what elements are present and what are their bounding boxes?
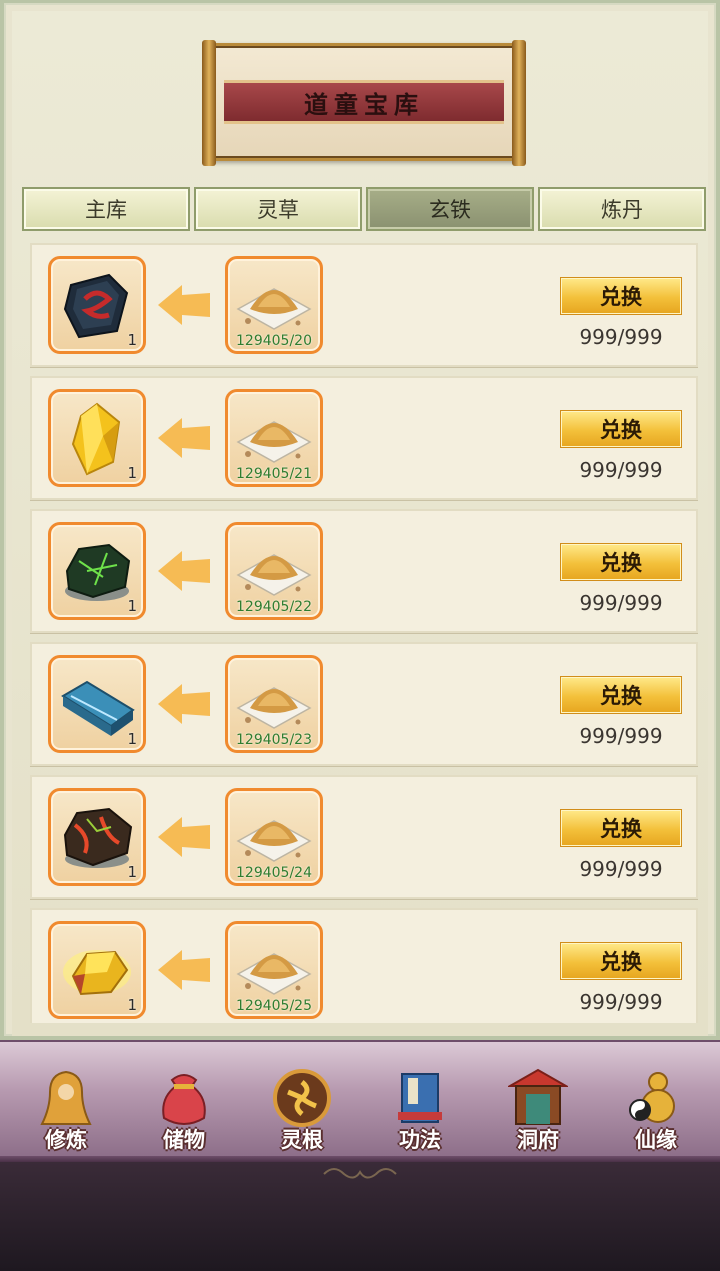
stock-count: 999/999	[579, 458, 663, 482]
cave-palace-icon	[508, 1068, 568, 1125]
sand-pile-icon	[236, 687, 312, 729]
dark-rune-stone-icon	[63, 273, 129, 339]
reward-item-slot[interactable]: 1	[48, 389, 146, 487]
list-item: 1 129405/23 兑换 999/999	[30, 642, 698, 766]
nav-techniques[interactable]: 功法	[370, 1064, 470, 1160]
exchange-button[interactable]: 兑换	[560, 809, 682, 847]
stock-count: 999/999	[579, 724, 663, 748]
bottom-nav: 修炼 储物 灵根 功法 洞府 仙缘	[0, 1040, 720, 1162]
exchange-button[interactable]: 兑换	[560, 543, 682, 581]
gourd-yinyang-icon	[629, 1072, 675, 1123]
bottom-decoration	[0, 1162, 720, 1271]
list-item: 1 129405/20 兑换 999/999	[30, 243, 698, 367]
sand-pile-icon	[236, 421, 312, 463]
title-ribbon: 道童宝库	[224, 80, 504, 124]
tab-spirit-herbs[interactable]: 灵草	[194, 187, 362, 231]
cost-quantity: 129405/21	[236, 466, 312, 482]
cost-item-slot[interactable]: 129405/20	[225, 256, 323, 354]
cost-quantity: 129405/24	[236, 865, 312, 881]
cost-item-slot[interactable]: 129405/25	[225, 921, 323, 1019]
exchange-button[interactable]: 兑换	[560, 410, 682, 448]
sand-pile-icon	[236, 554, 312, 596]
blue-ingot-icon	[61, 680, 135, 736]
nav-spirit-root[interactable]: 灵根	[252, 1064, 352, 1160]
reward-quantity: 1	[127, 730, 137, 748]
reward-item-slot[interactable]: 1	[48, 655, 146, 753]
arrow-left-icon	[158, 418, 210, 458]
cost-item-slot[interactable]: 129405/24	[225, 788, 323, 886]
exchange-list: 1 129405/20 兑换 999/999 1 129405/21 兑换 99…	[30, 243, 698, 1023]
cost-item-slot[interactable]: 129405/22	[225, 522, 323, 620]
cost-quantity: 129405/23	[236, 732, 312, 748]
storage-bag-icon	[162, 1074, 206, 1125]
page-title: 道童宝库	[304, 89, 424, 119]
meditating-monk-icon	[40, 1070, 92, 1125]
nav-label: 灵根	[281, 1128, 323, 1152]
sand-pile-icon	[236, 953, 312, 995]
stock-count: 999/999	[579, 325, 663, 349]
nav-label: 洞府	[517, 1128, 559, 1152]
arrow-left-icon	[158, 285, 210, 325]
arrow-left-icon	[158, 684, 210, 724]
nav-immortal-fate[interactable]: 仙缘	[606, 1064, 706, 1160]
nav-label: 功法	[399, 1128, 441, 1152]
nav-cave-dwelling[interactable]: 洞府	[488, 1064, 588, 1160]
list-item: 1 129405/24 兑换 999/999	[30, 775, 698, 899]
tab-main-vault[interactable]: 主库	[22, 187, 190, 231]
spirit-root-icon	[273, 1069, 331, 1127]
nav-storage[interactable]: 储物	[134, 1064, 234, 1160]
list-item: 1 129405/22 兑换 999/999	[30, 509, 698, 633]
exchange-button[interactable]: 兑换	[560, 676, 682, 714]
reward-quantity: 1	[127, 464, 137, 482]
arrow-left-icon	[158, 950, 210, 990]
reward-item-slot[interactable]: 1	[48, 522, 146, 620]
stock-count: 999/999	[579, 990, 663, 1014]
nav-cultivate[interactable]: 修炼	[16, 1064, 116, 1160]
gold-nugget-icon	[63, 950, 131, 996]
reward-quantity: 1	[127, 331, 137, 349]
nav-label: 仙缘	[635, 1128, 677, 1152]
exchange-button[interactable]: 兑换	[560, 942, 682, 980]
tab-bar: 主库 灵草 玄铁 炼丹	[22, 187, 706, 231]
green-ore-icon	[65, 543, 131, 601]
stock-count: 999/999	[579, 857, 663, 881]
sand-pile-icon	[236, 288, 312, 330]
cost-item-slot[interactable]: 129405/21	[225, 389, 323, 487]
reward-quantity: 1	[127, 996, 137, 1014]
title-banner: 道童宝库	[202, 40, 526, 166]
nav-label: 储物	[163, 1128, 205, 1152]
sand-pile-icon	[236, 820, 312, 862]
stock-count: 999/999	[579, 591, 663, 615]
vault-panel: 道童宝库 主库 灵草 玄铁 炼丹 1 129405/20 兑换 999/999 …	[0, 0, 720, 1040]
reward-item-slot[interactable]: 1	[48, 256, 146, 354]
arrow-left-icon	[158, 551, 210, 591]
reward-quantity: 1	[127, 863, 137, 881]
cloud-ornament-icon	[323, 1168, 397, 1179]
tab-mystic-iron[interactable]: 玄铁	[366, 187, 534, 231]
exchange-button[interactable]: 兑换	[560, 277, 682, 315]
yellow-crystal-icon	[71, 402, 121, 476]
reward-item-slot[interactable]: 1	[48, 921, 146, 1019]
reward-item-slot[interactable]: 1	[48, 788, 146, 886]
tab-alchemy[interactable]: 炼丹	[538, 187, 706, 231]
red-ore-icon	[63, 807, 133, 868]
nav-label: 修炼	[45, 1128, 87, 1152]
scripture-book-icon	[398, 1073, 442, 1123]
list-item: 1 129405/21 兑换 999/999	[30, 376, 698, 500]
reward-quantity: 1	[127, 597, 137, 615]
cost-quantity: 129405/22	[236, 599, 312, 615]
cost-item-slot[interactable]: 129405/23	[225, 655, 323, 753]
arrow-left-icon	[158, 817, 210, 857]
cost-quantity: 129405/25	[236, 998, 312, 1014]
cost-quantity: 129405/20	[236, 333, 312, 349]
list-item: 1 129405/25 兑换 999/999	[30, 908, 698, 1023]
